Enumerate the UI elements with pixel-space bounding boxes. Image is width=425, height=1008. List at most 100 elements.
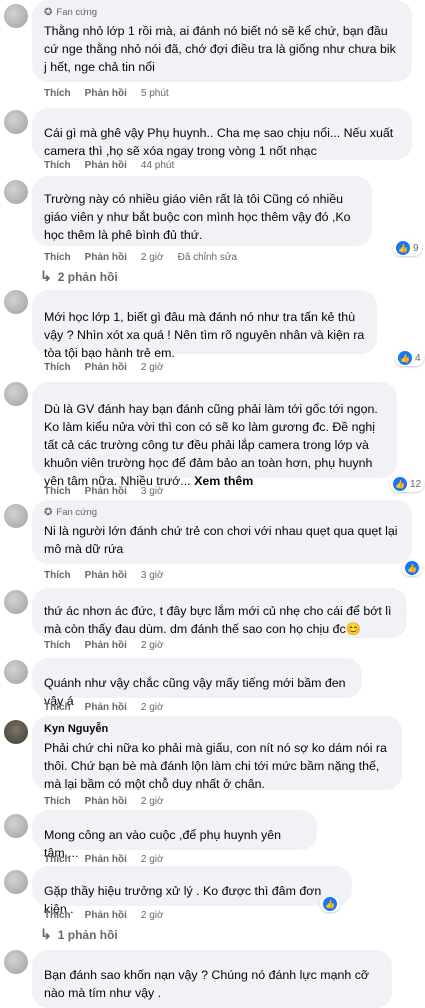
comment: Cái gì mà ghê vậy Phụ huynh.. Cha mẹ sao…	[0, 104, 425, 176]
comment-actions: Thích Phản hồi 2 giờ	[44, 640, 164, 651]
comment-bubble: ✪ Fan cứng Ni là người lớn đánh chứ trẻ c…	[32, 500, 412, 564]
comment-text: Dù là GV đánh hay bạn đánh cũng phải làm…	[44, 402, 378, 488]
avatar[interactable]	[4, 870, 28, 894]
comment-text: Bạn đánh sao khốn nạn vậy ? Chúng nó đán…	[44, 968, 370, 1000]
comment-text: thứ ác nhơn ác đức, t đây bực lắm mới củ…	[44, 604, 392, 636]
comment: Quánh như vậy chắc cũng vậy mấy tiếng mớ…	[0, 656, 425, 716]
reaction-count[interactable]: 👍 12	[390, 476, 425, 492]
comment-bubble: Trường này có nhiều giáo viên rất là tôi…	[32, 176, 372, 246]
star-icon: ✪	[44, 7, 53, 18]
reply-button[interactable]: Phản hồi	[85, 910, 127, 921]
comment: Trường này có nhiều giáo viên rất là tôi…	[0, 176, 425, 286]
comment-actions: Thích Phản hồi 44 phút	[44, 160, 174, 171]
avatar[interactable]	[4, 720, 28, 744]
like-icon: 👍	[405, 561, 419, 575]
comment: thứ ác nhơn ác đức, t đây bực lắm mới củ…	[0, 584, 425, 656]
avatar[interactable]	[4, 660, 28, 684]
like-icon: 👍	[323, 897, 337, 911]
avatar[interactable]	[4, 950, 28, 974]
comment: ✪ Fan cứng Ni là người lớn đánh chứ trẻ c…	[0, 500, 425, 584]
comment-bubble: Kyn Nguyễn Phải chứ chi nữa ko phải mà g…	[32, 716, 402, 791]
reply-button[interactable]: Phản hồi	[85, 796, 127, 807]
fan-badge: ✪ Fan cứng	[44, 507, 98, 518]
reply-arrow-icon: ↳	[40, 926, 52, 942]
comment-actions: Thích Phản hồi 3 giờ	[44, 570, 164, 581]
fan-badge: ✪ Fan cứng	[44, 7, 98, 18]
comment: Bạn đánh sao khốn nạn vậy ? Chúng nó đán…	[0, 946, 425, 1008]
comment-text: Thằng nhỏ lớp 1 rồi mà, ai đánh nó biết …	[44, 24, 396, 74]
timestamp[interactable]: 2 giờ	[141, 796, 164, 807]
like-icon: 👍	[396, 241, 410, 255]
timestamp[interactable]: 2 giờ	[141, 252, 164, 263]
edited-label[interactable]: Đã chỉnh sửa	[178, 252, 238, 263]
like-icon: 👍	[398, 351, 412, 365]
comment-bubble: Cái gì mà ghê vậy Phụ huynh.. Cha mẹ sao…	[32, 108, 412, 160]
like-button[interactable]: Thích	[44, 362, 71, 373]
timestamp[interactable]: 2 giờ	[141, 362, 164, 373]
reply-arrow-icon: ↳	[40, 268, 52, 284]
avatar[interactable]	[4, 110, 28, 134]
like-button[interactable]: Thích	[44, 570, 71, 581]
comment-actions: Thích Phản hồi 2 giờ	[44, 910, 164, 921]
commenter-name[interactable]: Kyn Nguyễn	[44, 723, 390, 736]
avatar[interactable]	[4, 180, 28, 204]
timestamp[interactable]: 2 giờ	[141, 910, 164, 921]
comment: Kyn Nguyễn Phải chứ chi nữa ko phải mà g…	[0, 716, 425, 810]
comment-actions: Thích Phản hồi 5 phút	[44, 88, 169, 99]
avatar[interactable]	[4, 4, 28, 28]
see-more-link[interactable]: Xem thêm	[194, 474, 253, 488]
reaction-count[interactable]: 👍 9	[393, 240, 422, 256]
reply-button[interactable]: Phản hồi	[85, 88, 127, 99]
comment: Mới học lớp 1, biết gì đâu mà đánh nó nh…	[0, 286, 425, 378]
avatar[interactable]	[4, 290, 28, 314]
timestamp[interactable]: 3 giờ	[141, 486, 164, 497]
timestamp[interactable]: 2 giờ	[141, 702, 164, 713]
comment-bubble: Bạn đánh sao khốn nạn vậy ? Chúng nó đán…	[32, 950, 392, 1008]
comment-bubble: Mong công an vào cuộc ,để phụ huynh yên …	[32, 810, 317, 860]
like-icon: 👍	[393, 477, 407, 491]
comment-bubble: Dù là GV đánh hay bạn đánh cũng phải làm…	[32, 382, 397, 488]
timestamp[interactable]: 44 phút	[141, 160, 174, 171]
reaction-count[interactable]: 👍	[320, 896, 340, 912]
reply-button[interactable]: Phản hồi	[85, 160, 127, 171]
view-replies-button[interactable]: ↳ 1 phản hồi	[40, 926, 118, 943]
timestamp[interactable]: 2 giờ	[141, 640, 164, 651]
like-button[interactable]: Thích	[44, 702, 71, 713]
like-button[interactable]: Thích	[44, 88, 71, 99]
comment-bubble: Quánh như vậy chắc cũng vậy mấy tiếng mớ…	[32, 658, 362, 708]
timestamp[interactable]: 3 giờ	[141, 570, 164, 581]
reply-button[interactable]: Phản hồi	[85, 854, 127, 865]
comment-actions: Thích Phản hồi 2 giờ	[44, 362, 164, 373]
comment: ✪ Fan cứng Thằng nhỏ lớp 1 rồi mà, ai đán…	[0, 0, 425, 102]
avatar[interactable]	[4, 814, 28, 838]
timestamp[interactable]: 5 phút	[141, 88, 169, 99]
comment-actions: Thích Phản hồi 2 giờ Đã chỉnh sửa	[44, 252, 237, 263]
avatar[interactable]	[4, 504, 28, 528]
reaction-count[interactable]: 👍 4	[395, 350, 424, 366]
reply-button[interactable]: Phản hồi	[85, 362, 127, 373]
comment-actions: Thích Phản hồi 2 giờ	[44, 702, 164, 713]
avatar[interactable]	[4, 590, 28, 614]
comment-text: Phải chứ chi nữa ko phải mà giấu, con ní…	[44, 741, 387, 791]
comment: Dù là GV đánh hay bạn đánh cũng phải làm…	[0, 378, 425, 500]
comment: Gặp thầy hiệu trưởng xử lý . Ko được thì…	[0, 866, 425, 946]
like-button[interactable]: Thích	[44, 160, 71, 171]
reply-button[interactable]: Phản hồi	[85, 252, 127, 263]
star-icon: ✪	[44, 507, 53, 518]
reaction-count[interactable]: 👍	[402, 560, 422, 576]
reply-button[interactable]: Phản hồi	[85, 486, 127, 497]
avatar[interactable]	[4, 382, 28, 406]
reply-button[interactable]: Phản hồi	[85, 570, 127, 581]
like-button[interactable]: Thích	[44, 640, 71, 651]
like-button[interactable]: Thích	[44, 796, 71, 807]
comment-actions: Thích Phản hồi 3 giờ	[44, 486, 164, 497]
timestamp[interactable]: 2 giờ	[141, 854, 164, 865]
comment-bubble: Gặp thầy hiệu trưởng xử lý . Ko được thì…	[32, 866, 352, 916]
reply-button[interactable]: Phản hồi	[85, 640, 127, 651]
view-replies-button[interactable]: ↳ 2 phản hồi	[40, 268, 118, 285]
like-button[interactable]: Thích	[44, 486, 71, 497]
like-button[interactable]: Thích	[44, 910, 71, 921]
reply-button[interactable]: Phản hồi	[85, 702, 127, 713]
like-button[interactable]: Thích	[44, 854, 71, 865]
like-button[interactable]: Thích	[44, 252, 71, 263]
